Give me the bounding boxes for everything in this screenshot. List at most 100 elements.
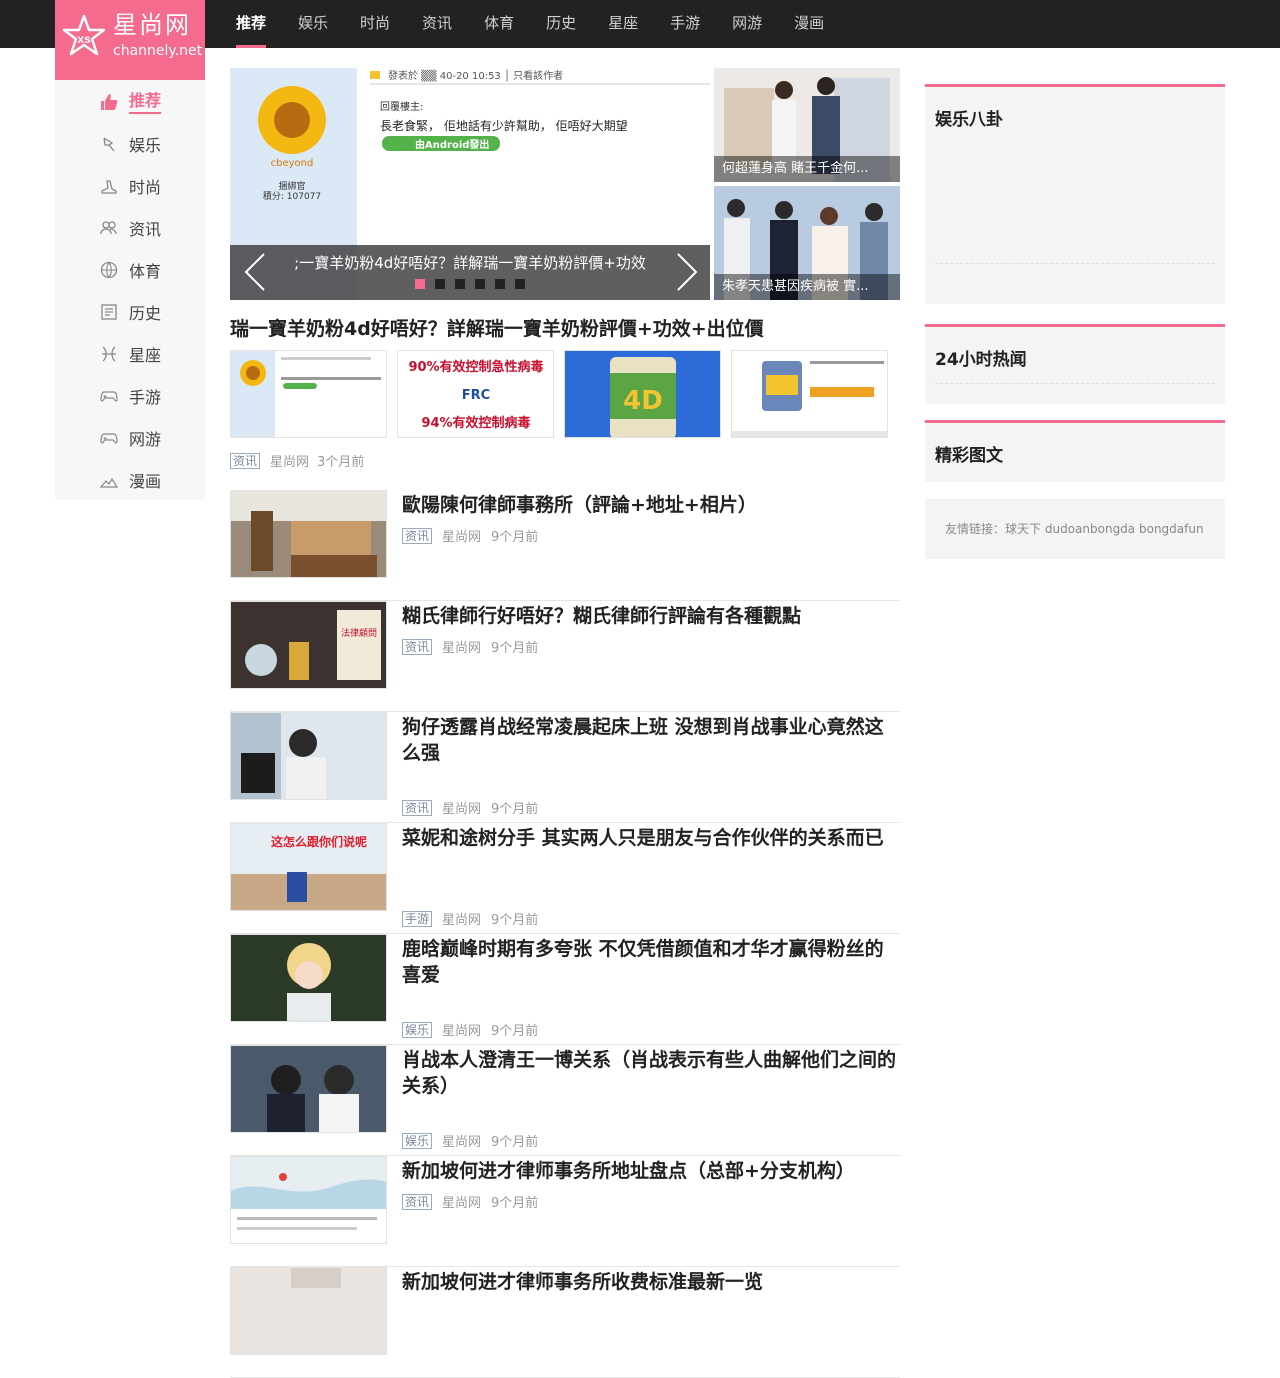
sidebar-item-entertainment[interactable]: 娱乐	[55, 123, 205, 165]
sidebar-item-history[interactable]: 历史	[55, 291, 205, 333]
article-row[interactable]: 鹿晗巅峰时期有多夸张 不仅凭借颜值和才华才赢得粉丝的喜爱娱乐 星尚网 9个月前	[230, 934, 900, 1045]
site-name: 星尚网	[113, 11, 191, 39]
article-title[interactable]: 糊氏律師行好唔好？糊氏律師行評論有各種觀點	[402, 603, 897, 629]
svg-text:回覆樓主:: 回覆樓主:	[380, 100, 423, 113]
category-tag[interactable]: 手游	[402, 910, 433, 927]
top-nav-item-entertainment[interactable]: 娱乐	[282, 0, 344, 48]
svg-text:發表於 ▒▒ 40-20 10:53 │ 只看該作者: 發表於 ▒▒ 40-20 10:53 │ 只看該作者	[388, 69, 563, 82]
gamepad-icon	[99, 386, 119, 406]
article-thumbnail[interactable]	[230, 712, 387, 800]
top-nav-item-recommend[interactable]: 推荐	[220, 0, 282, 48]
category-tag[interactable]: 资讯	[402, 527, 433, 544]
article-thumbnail[interactable]	[230, 1045, 387, 1133]
carousel-dot[interactable]	[455, 279, 465, 289]
sidebar-item-news[interactable]: 资讯	[55, 207, 205, 249]
article-row[interactable]: 歐陽陳何律師事務所（評論+地址+相片） 资讯 星尚网 9个月前	[230, 490, 900, 601]
people-icon	[99, 218, 119, 238]
article-row[interactable]: 狗仔透露肖战经常凌晨起床上班 没想到肖战事业心竟然这么强 资讯 星尚网 9个月前	[230, 712, 900, 823]
thumbnail[interactable]	[731, 350, 888, 438]
sidebar-item-astrology[interactable]: 星座	[55, 333, 205, 375]
top-nav-item-astrology[interactable]: 星座	[592, 0, 654, 48]
featured-card[interactable]: 朱孝天患甚因疾病被 實...	[714, 186, 900, 300]
top-nav-item-fashion[interactable]: 时尚	[344, 0, 406, 48]
category-tag[interactable]: 资讯	[402, 638, 433, 655]
article-title[interactable]: 菜妮和途树分手 其实两人只是朋友与合作伙伴的关系而已	[402, 825, 897, 851]
sidebar-item-mobile-games[interactable]: 手游	[55, 375, 205, 417]
article-meta: 娱乐 星尚网 9个月前	[402, 1131, 538, 1150]
chevron-right-icon[interactable]	[670, 252, 700, 292]
article-thumbnail[interactable]: 这怎么跟你们说呢	[230, 823, 387, 911]
article-thumbnail[interactable]	[230, 934, 387, 1022]
pisces-icon	[99, 344, 119, 364]
hot-news-box: 24小时热闻	[925, 324, 1225, 404]
sidebar-item-label: 推荐	[129, 90, 162, 114]
shoe-icon	[99, 176, 119, 196]
friend-link[interactable]: bongdafun	[1139, 522, 1204, 536]
sidebar-item-fashion[interactable]: 时尚	[55, 165, 205, 207]
svg-text:長老食緊， 佢地話有少許幫助， 佢唔好大期望: 長老食緊， 佢地話有少許幫助， 佢唔好大期望	[380, 118, 628, 133]
category-tag[interactable]: 资讯	[402, 1193, 433, 1210]
friend-link[interactable]: 球天下	[1005, 522, 1041, 536]
time-label: 9个月前	[491, 1024, 539, 1039]
article-title[interactable]: 歐陽陳何律師事務所（評論+地址+相片）	[402, 492, 897, 518]
article-thumbnail[interactable]	[230, 490, 387, 578]
category-tag[interactable]: 娱乐	[402, 1021, 433, 1038]
carousel-dot[interactable]	[495, 279, 505, 289]
top-nav-item-comics[interactable]: 漫画	[778, 0, 840, 48]
top-nav-item-news[interactable]: 资讯	[406, 0, 468, 48]
svg-text:94%有效控制病毒: 94%有效控制病毒	[421, 415, 530, 431]
top-nav-item-mobile-games[interactable]: 手游	[654, 0, 716, 48]
article-thumbnail[interactable]	[230, 1156, 387, 1244]
carousel-dot[interactable]	[415, 279, 425, 289]
chevron-left-icon[interactable]	[242, 252, 272, 292]
ball-icon	[99, 260, 119, 280]
thumbnail[interactable]	[230, 350, 387, 438]
article-row[interactable]: 这怎么跟你们说呢 菜妮和途树分手 其实两人只是朋友与合作伙伴的关系而已 手游 星尚网 9…	[230, 823, 900, 934]
sidebar-item-label: 体育	[129, 262, 162, 281]
svg-text:这怎么跟你们说呢: 这怎么跟你们说呢	[271, 834, 367, 849]
article-row[interactable]: 新加坡何进才律师事务所地址盘点（总部+分支机构） 资讯 星尚网 9个月前	[230, 1156, 900, 1267]
sidebar-item-label: 历史	[129, 304, 162, 323]
site-domain: channely.net	[113, 43, 203, 59]
category-tag[interactable]: 资讯	[230, 452, 261, 469]
sidebar-item-sports[interactable]: 体育	[55, 249, 205, 291]
thumbnail[interactable]: 90%有效控制急性病毒 FRC 94%有效控制病毒	[397, 350, 554, 438]
friend-link[interactable]: dudoanbongda	[1045, 522, 1135, 536]
article-row[interactable]: 新加坡何进才律师事务所收费标准最新一览	[230, 1267, 900, 1378]
article-title[interactable]: 狗仔透露肖战经常凌晨起床上班 没想到肖战事业心竟然这么强	[402, 714, 897, 766]
source-label: 星尚网	[442, 913, 482, 928]
carousel-dot[interactable]	[515, 279, 525, 289]
carousel-dot[interactable]	[475, 279, 485, 289]
site-logo[interactable]: xs 星尚网 channely.net	[55, 0, 205, 80]
carousel-dot[interactable]	[435, 279, 445, 289]
article-title[interactable]: 鹿晗巅峰时期有多夸张 不仅凭借颜值和才华才赢得粉丝的喜爱	[402, 936, 897, 988]
sidebar-item-label: 网游	[129, 430, 162, 449]
category-tag[interactable]: 娱乐	[402, 1132, 433, 1149]
carousel-caption[interactable]: ;一寶羊奶粉4d好唔好？詳解瑞一寶羊奶粉評價+功效	[230, 252, 710, 273]
entertainment-gossip-box: 娱乐八卦	[925, 84, 1225, 304]
top-nav-item-history[interactable]: 历史	[530, 0, 592, 48]
sidebar-item-recommend[interactable]: 推荐	[55, 81, 205, 123]
sidebar-item-label: 手游	[129, 388, 162, 407]
top-nav-item-sports[interactable]: 体育	[468, 0, 530, 48]
source-label: 星尚网	[442, 1024, 482, 1039]
thumbnail[interactable]: 4D	[564, 350, 721, 438]
article-row[interactable]: 法律顧問 糊氏律師行好唔好？糊氏律師行評論有各種觀點 资讯 星尚网 9个月前	[230, 601, 900, 712]
headline-carousel[interactable]: cbeyond 捆綁官 積分: 107077 發表於 ▒▒ 40-20 10:5…	[230, 68, 710, 300]
sidebar-item-comics[interactable]: 漫画	[55, 459, 205, 501]
featured-card[interactable]: 何超蓮身高 賭王千金何...	[714, 68, 900, 182]
article-thumbnail[interactable]: 法律顧問	[230, 601, 387, 689]
article-row[interactable]: 肖战本人澄清王一博关系（肖战表示有些人曲解他们之间的关系） 娱乐 星尚网 9个月前	[230, 1045, 900, 1156]
article-title[interactable]: 新加坡何进才律师事务所收费标准最新一览	[402, 1269, 897, 1295]
sidebar-item-label: 漫画	[129, 472, 162, 491]
article-thumbnail[interactable]	[230, 1267, 387, 1355]
sidebar-item-online-games[interactable]: 网游	[55, 417, 205, 459]
carousel-dots	[415, 279, 525, 289]
headline-title[interactable]: 瑞一寶羊奶粉4d好唔好？詳解瑞一寶羊奶粉評價+功效+出位價	[230, 314, 764, 341]
article-title[interactable]: 肖战本人澄清王一博关系（肖战表示有些人曲解他们之间的关系）	[402, 1047, 897, 1099]
article-meta: 娱乐 星尚网 9个月前	[402, 1020, 538, 1039]
top-nav-item-online-games[interactable]: 网游	[716, 0, 778, 48]
article-title[interactable]: 新加坡何进才律师事务所地址盘点（总部+分支机构）	[402, 1158, 897, 1184]
category-tag[interactable]: 资讯	[402, 799, 433, 816]
bell-icon	[99, 134, 119, 154]
